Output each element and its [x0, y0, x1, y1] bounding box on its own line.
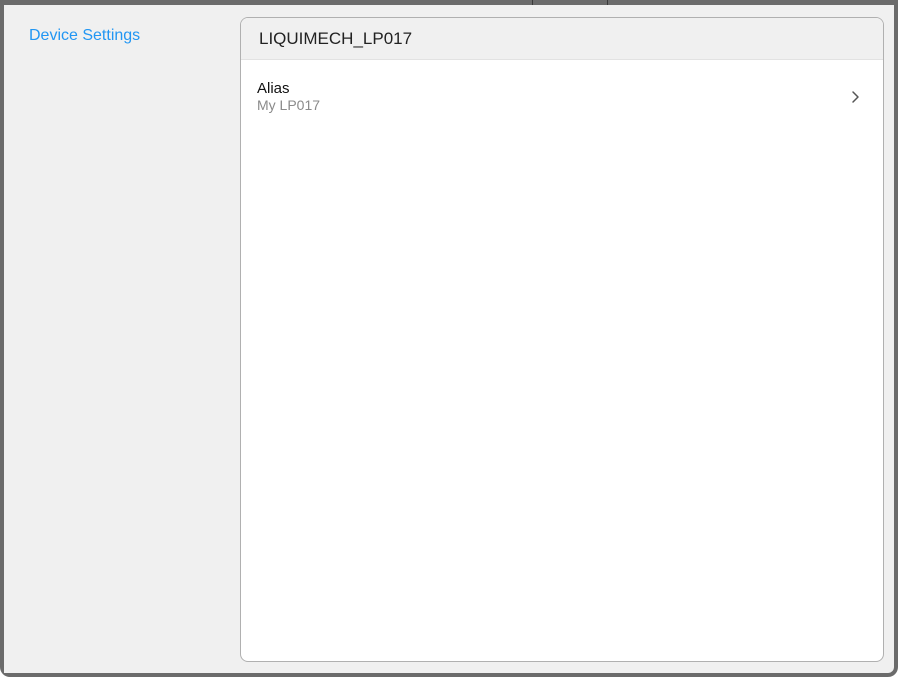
top-bar-divider	[607, 0, 608, 5]
top-bar-divider	[532, 0, 533, 5]
device-settings-panel: LIQUIMECH_LP017 Alias My LP017	[240, 17, 884, 662]
app-window: Device Settings LIQUIMECH_LP017 Alias My…	[0, 0, 898, 677]
alias-value: My LP017	[257, 97, 321, 113]
panel-header: LIQUIMECH_LP017	[241, 18, 883, 60]
panel-title: LIQUIMECH_LP017	[259, 28, 413, 48]
alias-row[interactable]: Alias My LP017	[241, 60, 883, 118]
alias-label: Alias	[257, 80, 290, 97]
chevron-right-icon	[852, 91, 859, 103]
sidebar: Device Settings	[4, 5, 236, 673]
sidebar-item-device-settings[interactable]: Device Settings	[29, 27, 140, 45]
